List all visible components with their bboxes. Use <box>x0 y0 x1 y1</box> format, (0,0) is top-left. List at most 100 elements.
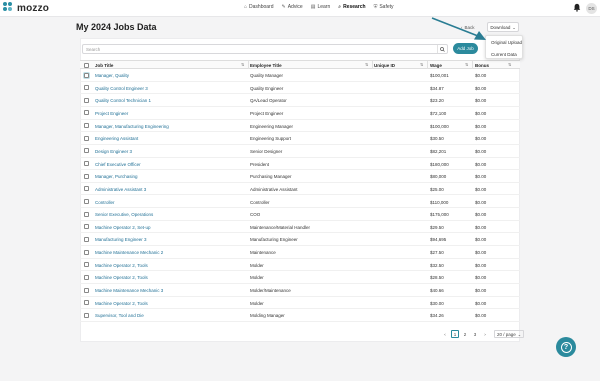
row-checkbox[interactable] <box>84 199 89 204</box>
search-icon[interactable] <box>437 45 446 53</box>
sort-icon[interactable]: ⇅ <box>241 62 244 67</box>
table-row[interactable]: Senior Executive, Operations COO $175,000 $… <box>80 208 520 221</box>
column-header-wage[interactable]: Wage <box>430 63 442 68</box>
row-checkbox[interactable] <box>84 123 89 129</box>
wage-cell: $30.00 <box>430 300 444 306</box>
row-checkbox[interactable] <box>84 173 89 179</box>
table-row[interactable]: Manager, Manufacturing Engineering Engine… <box>80 120 520 133</box>
table-row[interactable]: Project Engineer Project Engineer $72,100 $… <box>80 107 520 120</box>
wage-cell: $100,000 <box>430 123 449 129</box>
nav-item-research[interactable]: ⌕ Research <box>338 4 365 10</box>
job-title-link[interactable]: Quality Control Engineer 3 <box>95 86 148 91</box>
job-title-link[interactable]: Chief Executive Officer <box>95 162 141 167</box>
sort-icon[interactable]: ⇅ <box>465 62 468 67</box>
table-row[interactable]: Supervisor, Tool and Die Molding Manager $… <box>80 309 520 322</box>
download-button[interactable]: Download ⌄ <box>487 22 519 32</box>
table-row[interactable]: Machine Operator 2, Tools Molder $32.50 $0.… <box>80 259 520 272</box>
table-header: Job Title ⇅ Employee Title ⇅ Unique ID ⇅… <box>80 60 520 69</box>
nav-item-dashboard[interactable]: ⌂ Dashboard <box>244 4 274 10</box>
row-checkbox[interactable] <box>84 287 89 293</box>
sort-icon[interactable]: ⇅ <box>420 62 423 67</box>
table-row[interactable]: Machine Maintenance Mechanic 3 Molder/Mai… <box>80 284 520 297</box>
table-row[interactable]: Machine Operator 2, Set-up Maintenance/Ma… <box>80 221 520 234</box>
help-button[interactable]: ? <box>556 337 576 357</box>
page-size-select[interactable]: 20 / page ⌄ <box>494 330 525 338</box>
job-title-link[interactable]: Machine Operator 2, Tools <box>95 301 148 306</box>
page-1-button[interactable]: 1 <box>451 330 459 338</box>
table-row[interactable]: Design Engineer 3 Senior Designer $82,201 $… <box>80 145 520 158</box>
job-title-link[interactable]: Engineering Assistant <box>95 136 138 141</box>
table-row[interactable]: Manufacturing Engineer 3 Manufacturing En… <box>80 233 520 247</box>
job-title-link[interactable]: Quality Control Technician 1 <box>95 98 151 103</box>
sort-icon[interactable]: ⇅ <box>365 62 368 67</box>
table-row[interactable]: Engineering Assistant Engineering Support… <box>80 132 520 145</box>
employee-title-cell: Quality Engineer <box>250 85 284 91</box>
search-input[interactable]: Search <box>82 44 448 54</box>
chevron-down-icon: ⌄ <box>517 331 522 337</box>
job-title-link[interactable]: Manufacturing Engineer 3 <box>95 237 147 242</box>
column-header-bonus[interactable]: Bonus <box>475 63 489 68</box>
row-checkbox[interactable] <box>84 186 89 192</box>
row-checkbox[interactable] <box>84 85 89 91</box>
add-job-button[interactable]: Add Job <box>453 43 478 54</box>
row-checkbox[interactable] <box>84 211 89 217</box>
table-row[interactable]: Machine Operator 2, Tools Molder $28.50 $0.… <box>80 271 520 285</box>
prev-page-icon[interactable]: ‹ <box>441 330 449 338</box>
table-row[interactable]: Administrative Assistant 3 Administrative… <box>80 183 520 196</box>
job-title-link[interactable]: Machine Maintenance Mechanic 3 <box>95 288 163 293</box>
next-page-icon[interactable]: › <box>481 330 489 338</box>
bonus-cell: $0.00 <box>475 136 487 142</box>
job-title-link[interactable]: Controller <box>95 200 115 205</box>
job-title-link[interactable]: Machine Maintenance Mechanic 2 <box>95 250 163 255</box>
row-checkbox[interactable] <box>84 312 89 318</box>
row-checkbox[interactable] <box>84 249 89 255</box>
back-button[interactable]: ‹ Back <box>461 25 475 30</box>
table-row[interactable]: Machine Maintenance Mechanic 2 Maintenanc… <box>80 246 520 259</box>
job-title-link[interactable]: Machine Operator 2, Tools <box>95 275 148 280</box>
table-row[interactable]: Quality Control Engineer 3 Quality Engine… <box>80 82 520 95</box>
row-checkbox[interactable] <box>84 274 89 280</box>
row-checkbox[interactable] <box>84 110 89 116</box>
column-header-job-title[interactable]: Job Title <box>95 63 113 68</box>
select-all-checkbox[interactable] <box>84 62 89 68</box>
nav-item-learn[interactable]: ▤ Learn <box>311 4 331 10</box>
column-header-unique-id[interactable]: Unique ID <box>374 63 395 68</box>
page-2-button[interactable]: 2 <box>461 330 469 338</box>
nav-item-advice[interactable]: ✎ Advice <box>282 4 303 10</box>
job-title-link[interactable]: Manager, Purchasing <box>95 174 138 179</box>
job-title-link[interactable]: Manager, Quality <box>95 73 129 78</box>
job-title-link[interactable]: Manager, Manufacturing Engineering <box>95 124 169 129</box>
table-row[interactable]: Manager, Quality Quality Manager $100,001 $… <box>80 69 520 82</box>
nav-item-safety[interactable]: ⛨ Safety <box>374 4 394 10</box>
sort-icon[interactable]: ⇅ <box>508 62 511 67</box>
user-avatar[interactable]: DS <box>586 3 597 14</box>
table-row[interactable]: Manager, Purchasing Purchasing Manager $80… <box>80 170 520 183</box>
row-checkbox[interactable] <box>84 300 89 306</box>
table-row[interactable]: Machine Operator 2, Tools Molder $30.00 $0.… <box>80 297 520 310</box>
job-title-link[interactable]: Machine Operator 2, Tools <box>95 263 148 268</box>
row-checkbox[interactable] <box>84 72 89 78</box>
mozzo-logo[interactable]: mozzo <box>3 2 49 14</box>
job-title-link[interactable]: Machine Operator 2, Set-up <box>95 225 151 230</box>
column-header-employee-title[interactable]: Employee Title <box>250 63 282 68</box>
bell-icon[interactable] <box>573 3 581 12</box>
job-title-link[interactable]: Project Engineer <box>95 111 128 116</box>
bonus-cell: $0.00 <box>475 110 487 116</box>
table-row[interactable]: Quality Control Technician 1 QA/Lead Oper… <box>80 94 520 107</box>
row-checkbox[interactable] <box>84 224 89 230</box>
menu-item-original-upload[interactable]: Original Upload <box>491 40 522 45</box>
menu-item-current-data[interactable]: Current Data <box>491 52 517 57</box>
job-title-link[interactable]: Administrative Assistant 3 <box>95 187 146 192</box>
row-checkbox[interactable] <box>84 135 89 141</box>
row-checkbox[interactable] <box>84 236 89 242</box>
row-checkbox[interactable] <box>84 262 89 268</box>
row-checkbox[interactable] <box>84 148 89 154</box>
table-row[interactable]: Controller Controller $110,000 $0.00 <box>80 196 520 209</box>
job-title-link[interactable]: Supervisor, Tool and Die <box>95 313 144 318</box>
job-title-link[interactable]: Senior Executive, Operations <box>95 212 153 217</box>
table-row[interactable]: Chief Executive Officer President $180,000… <box>80 158 520 171</box>
row-checkbox[interactable] <box>84 161 89 167</box>
job-title-link[interactable]: Design Engineer 3 <box>95 149 132 154</box>
row-checkbox[interactable] <box>84 97 89 103</box>
page-3-button[interactable]: 3 <box>471 330 479 338</box>
